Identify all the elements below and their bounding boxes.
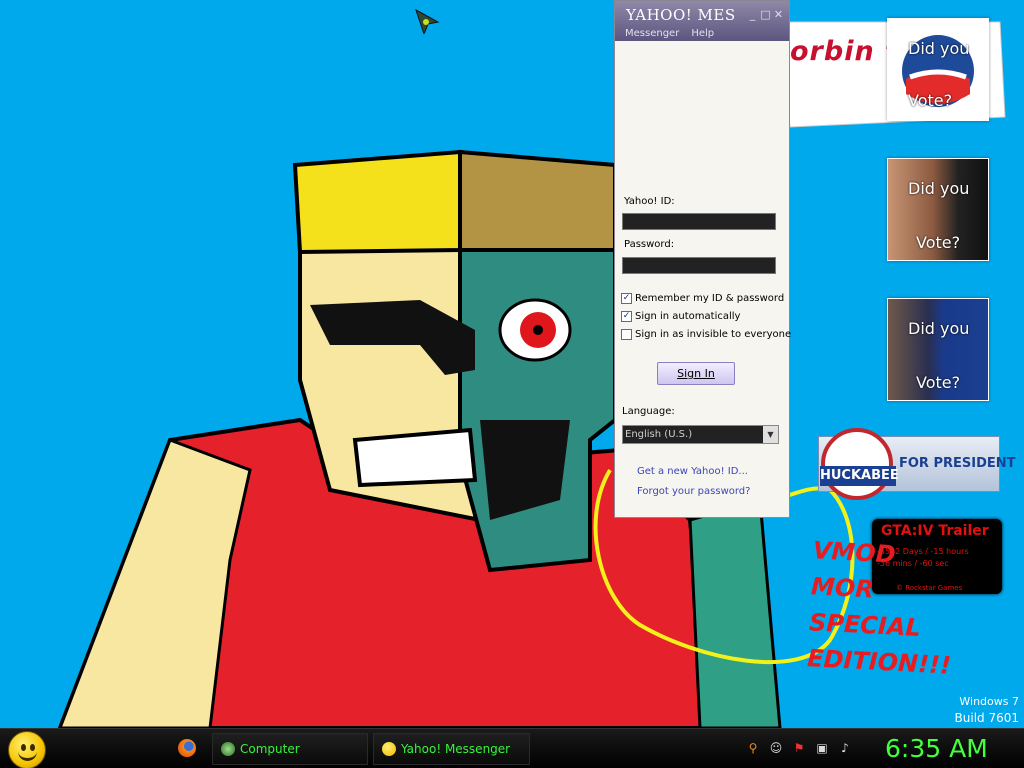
windows-build: Build 7601 (954, 711, 1019, 725)
network-icon[interactable]: ▣ (815, 741, 829, 755)
window-titlebar[interactable]: YAHOO! MES _ □ ✕ Messenger Help (615, 1, 789, 41)
password-input[interactable] (622, 257, 776, 274)
huckabee-badge (821, 428, 893, 500)
mccain-vote-gadget[interactable]: Did you Vote? (887, 158, 989, 261)
close-icon[interactable]: ✕ (773, 9, 784, 20)
sign-in-button[interactable]: Sign In (657, 362, 735, 385)
menu-messenger[interactable]: Messenger (625, 28, 679, 39)
invisible-checkbox[interactable] (621, 329, 632, 340)
windows-version-watermark: Windows 7 Build 7601 (955, 694, 1019, 726)
gadget-line1: Did you (908, 39, 970, 58)
volume-icon[interactable]: ♪ (838, 741, 852, 755)
window-title: YAHOO! MES (626, 6, 736, 24)
action-center-icon[interactable]: ⚑ (792, 741, 806, 755)
gadget-line2: Vote? (916, 233, 961, 252)
remember-checkbox-row[interactable]: ✓ Remember my ID & password (621, 293, 784, 304)
smiley-eye (30, 744, 35, 751)
system-tray: ⚲ ☺ ⚑ ▣ ♪ (746, 741, 852, 755)
smiley-eye (21, 744, 26, 751)
start-button[interactable] (8, 731, 46, 768)
language-value: English (U.S.) (625, 429, 693, 440)
get-new-id-link[interactable]: Get a new Yahoo! ID... (637, 466, 748, 477)
speech-bubble-text: orbin t (790, 36, 899, 67)
invisible-label: Sign in as invisible to everyone (635, 329, 792, 340)
huckabee-gadget[interactable]: HUCKABEE FOR PRESIDENT (818, 428, 1016, 500)
auto-signin-label: Sign in automatically (635, 311, 741, 322)
windows-name: Windows 7 (959, 695, 1019, 708)
firefox-icon[interactable] (178, 739, 196, 757)
forgot-password-link[interactable]: Forgot your password? (637, 486, 750, 497)
vmod-line: EDITION!!! (806, 644, 952, 680)
remember-label: Remember my ID & password (635, 293, 785, 304)
search-icon[interactable]: ⚲ (746, 741, 760, 755)
maximize-icon[interactable]: □ (760, 9, 771, 20)
language-label: Language: (622, 406, 675, 417)
menu-bar: Messenger Help (625, 28, 714, 39)
yahoo-id-label: Yahoo! ID: (624, 196, 675, 207)
messenger-icon[interactable]: ☺ (769, 741, 783, 755)
smiley-mouth (18, 751, 37, 761)
gadget-line1: Did you (908, 319, 970, 338)
taskbar-button-yahoo-messenger[interactable]: Yahoo! Messenger (373, 733, 530, 765)
password-label: Password: (624, 239, 675, 250)
invisible-checkbox-row[interactable]: Sign in as invisible to everyone (621, 329, 791, 340)
mouse-cursor-icon (415, 8, 440, 34)
vmod-edition-text: VMOD MOR SPECIAL EDITION!!! (806, 532, 957, 683)
remember-checkbox[interactable]: ✓ (621, 293, 632, 304)
obama-vote-gadget[interactable]: Did you Vote? (887, 18, 989, 121)
taskbar-button-label: Computer (240, 742, 300, 756)
yahoo-messenger-icon (382, 742, 396, 756)
taskbar-button-computer[interactable]: Computer (212, 733, 368, 765)
minimize-icon[interactable]: _ (747, 9, 758, 20)
yahoo-messenger-window[interactable]: YAHOO! MES _ □ ✕ Messenger Help Yahoo! I… (614, 0, 791, 518)
taskbar-clock[interactable]: 6:35 AM (885, 734, 988, 763)
chevron-down-icon[interactable]: ▼ (763, 426, 778, 443)
language-select[interactable]: English (U.S.) ▼ (622, 425, 779, 444)
menu-help[interactable]: Help (691, 28, 714, 39)
computer-icon (221, 742, 235, 756)
gadget-line2: Vote? (908, 91, 953, 110)
yahoo-id-input[interactable] (622, 213, 776, 230)
huckabee-name: HUCKABEE (820, 466, 899, 486)
gadget-line1: Did you (908, 179, 970, 198)
gadget-line2: Vote? (916, 373, 961, 392)
clinton-vote-gadget[interactable]: Did you Vote? (887, 298, 989, 401)
taskbar-button-label: Yahoo! Messenger (401, 742, 511, 756)
auto-signin-checkbox-row[interactable]: ✓ Sign in automatically (621, 311, 740, 322)
huckabee-tagline: FOR PRESIDENT (899, 456, 1016, 471)
auto-signin-checkbox[interactable]: ✓ (621, 311, 632, 322)
taskbar: Computer Yahoo! Messenger ⚲ ☺ ⚑ ▣ ♪ 6:35… (0, 728, 1024, 768)
